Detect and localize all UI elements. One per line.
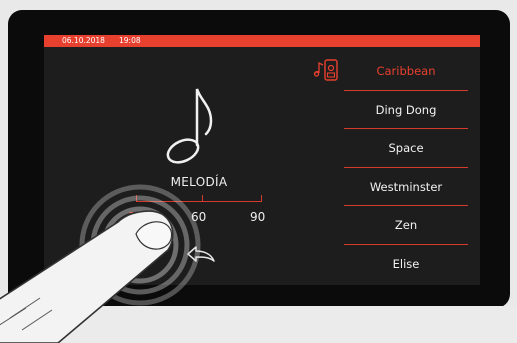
touch-gesture-illustration: [0, 184, 201, 343]
